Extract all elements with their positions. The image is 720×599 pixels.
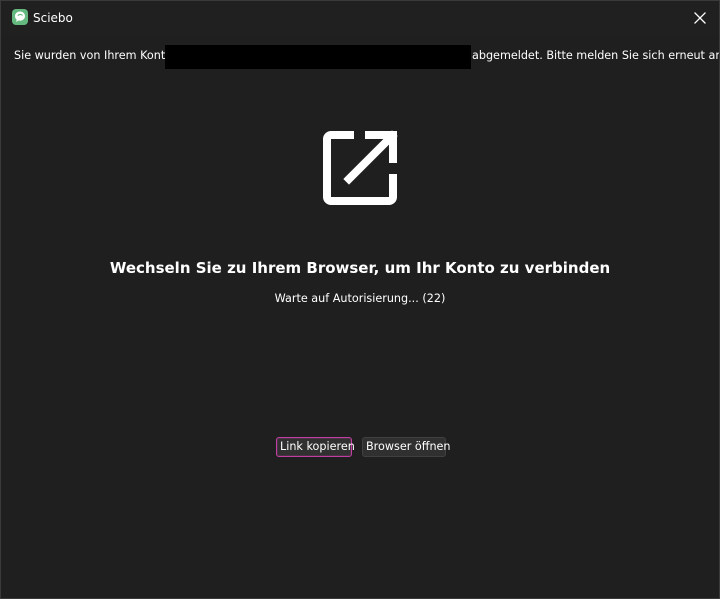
close-button[interactable] <box>687 5 713 31</box>
close-icon <box>694 12 706 24</box>
sciebo-logo-icon <box>12 9 28 25</box>
notice-text-before-redaction: Sie wurden von Ihrem Konto <box>14 49 173 62</box>
window-title: Sciebo <box>33 11 73 25</box>
browser-connect-heading: Wechseln Sie zu Ihrem Browser, um Ihr Ko… <box>109 259 611 277</box>
copy-link-button[interactable]: Link kopieren <box>276 437 355 457</box>
redacted-account-name <box>165 45 471 69</box>
auth-actions: Link kopieren Browser öffnen <box>276 437 451 459</box>
open-browser-button[interactable]: Browser öffnen <box>362 437 451 457</box>
sciebo-window: Sciebo Sie wurden von Ihrem Konto abgeme… <box>0 0 720 599</box>
authorization-status: Warte auf Autorisierung... (22) <box>274 292 446 305</box>
window-titlebar[interactable]: Sciebo <box>1 1 719 35</box>
signed-out-notice: Sie wurden von Ihrem Konto abgemeldet. B… <box>14 45 719 69</box>
notice-text-after-redaction: abgemeldet. Bitte melden Sie sich erneut… <box>472 49 720 62</box>
external-link-icon <box>319 127 401 209</box>
